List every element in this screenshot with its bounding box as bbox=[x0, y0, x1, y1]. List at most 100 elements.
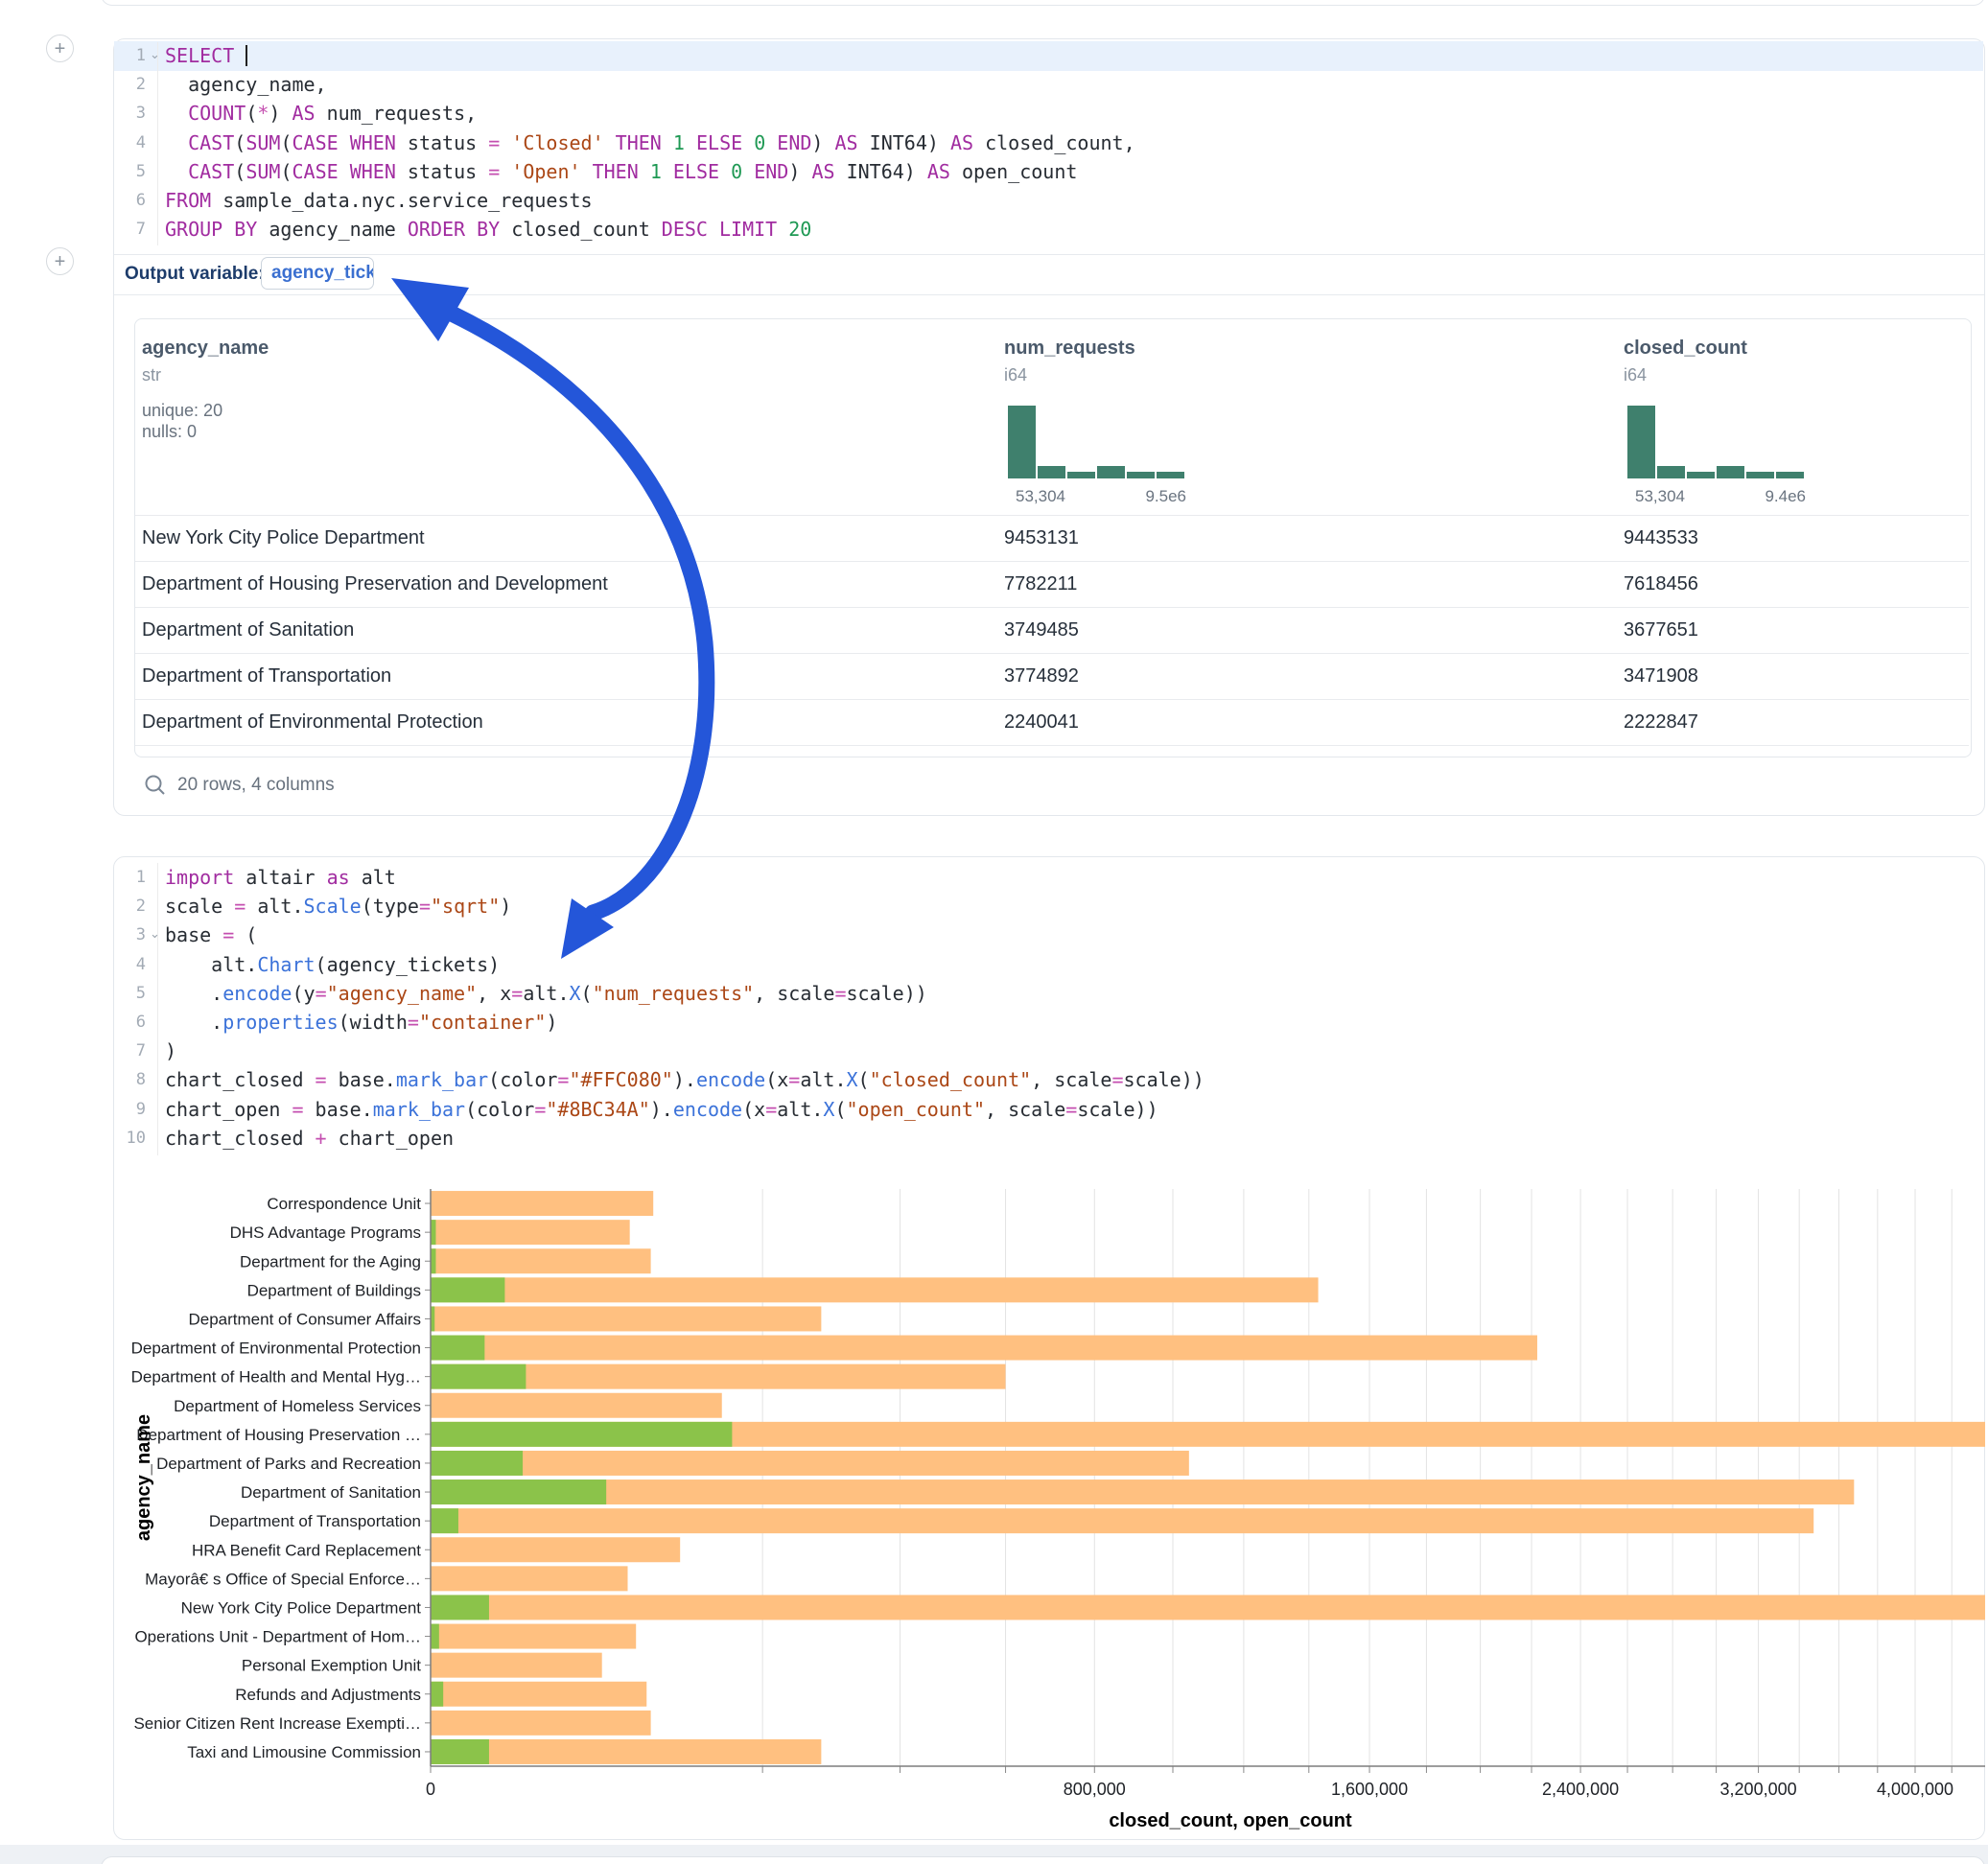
open-count-bar bbox=[431, 1277, 504, 1302]
table-footer-text: 20 rows, 4 columns bbox=[177, 775, 335, 795]
output-variable-pill[interactable]: agency_tickets bbox=[261, 257, 374, 290]
code-line: 10chart_closed + chart_open bbox=[113, 1124, 1974, 1153]
code-text: chart_closed = base.mark_bar(color="#FFC… bbox=[165, 1065, 1204, 1095]
open-count-bar bbox=[431, 1364, 526, 1389]
open-count-bar bbox=[431, 1739, 489, 1764]
closed-count-bar bbox=[431, 1566, 628, 1591]
code-text: chart_open = base.mark_bar(color="#8BC34… bbox=[165, 1095, 1158, 1125]
line-number: 1 bbox=[113, 41, 146, 71]
table-cell: 3471908 bbox=[1624, 653, 1698, 699]
table-cell: New York City Police Department bbox=[142, 515, 425, 561]
table-cell: 7782211 bbox=[1004, 561, 1077, 607]
column-meta: unique: 20 bbox=[142, 401, 222, 421]
y-tick-label: Department of Sanitation bbox=[241, 1483, 421, 1502]
table-cell: 9453131 bbox=[1004, 515, 1079, 561]
code-line: 6 .properties(width="container") bbox=[113, 1008, 1974, 1037]
code-line: 1import altair as alt bbox=[113, 863, 1974, 893]
histogram-bar bbox=[1717, 466, 1744, 478]
add-cell-button-2[interactable]: + bbox=[46, 247, 74, 275]
code-text: ) bbox=[165, 1037, 176, 1066]
search-icon[interactable] bbox=[144, 774, 167, 797]
y-tick-label: DHS Advantage Programs bbox=[230, 1223, 421, 1242]
table-cell: Department of Transportation bbox=[142, 653, 391, 699]
fold-caret-icon[interactable]: ⌄ bbox=[150, 919, 160, 948]
code-text: CAST(SUM(CASE WHEN status = 'Closed' THE… bbox=[165, 128, 1135, 158]
line-number: 3 bbox=[113, 920, 146, 950]
code-line: 3⌄base = ( bbox=[113, 920, 1974, 950]
closed-count-bar bbox=[431, 1336, 1537, 1361]
x-tick-label: 0 bbox=[426, 1780, 435, 1799]
closed-count-bar bbox=[431, 1393, 722, 1418]
histogram-min-label: 53,304 bbox=[1635, 487, 1685, 506]
histogram-bar bbox=[1687, 472, 1715, 478]
y-tick-label: Department for the Aging bbox=[240, 1252, 421, 1270]
closed-count-bar bbox=[431, 1277, 1319, 1302]
column-meta: i64 bbox=[1624, 365, 1647, 385]
code-text: .properties(width="container") bbox=[165, 1008, 557, 1037]
y-tick-label: Operations Unit - Department of Hom… bbox=[134, 1628, 421, 1646]
x-axis-title: closed_count, open_count bbox=[1109, 1810, 1352, 1831]
x-tick-label: 3,200,000 bbox=[1720, 1780, 1797, 1799]
y-tick-label: Department of Transportation bbox=[209, 1512, 421, 1530]
output-variable-value: agency_tickets bbox=[271, 263, 374, 283]
code-text: COUNT(*) AS num_requests, bbox=[165, 99, 477, 128]
cell-divider bbox=[114, 254, 1984, 255]
code-line: 6FROM sample_data.nyc.service_requests bbox=[113, 186, 1974, 216]
code-line: 1⌄SELECT bbox=[113, 41, 1974, 71]
line-number: 5 bbox=[113, 157, 146, 187]
code-text: SELECT bbox=[165, 41, 247, 71]
y-tick-label: Personal Exemption Unit bbox=[242, 1657, 421, 1675]
add-cell-button[interactable]: + bbox=[46, 35, 74, 62]
closed-count-bar bbox=[431, 1248, 651, 1273]
closed-count-bar bbox=[431, 1739, 821, 1764]
line-number: 10 bbox=[113, 1124, 146, 1153]
code-line: 5 CAST(SUM(CASE WHEN status = 'Open' THE… bbox=[113, 157, 1974, 187]
closed-count-bar bbox=[431, 1191, 653, 1216]
histogram-bar bbox=[1067, 472, 1095, 478]
code-text: GROUP BY agency_name ORDER BY closed_cou… bbox=[165, 215, 811, 245]
open-count-bar bbox=[431, 1480, 606, 1504]
code-line: 4 CAST(SUM(CASE WHEN status = 'Closed' T… bbox=[113, 128, 1974, 158]
x-tick-label: 2,400,000 bbox=[1542, 1780, 1619, 1799]
histogram-bar bbox=[1627, 406, 1655, 478]
text-cursor bbox=[246, 45, 247, 66]
closed-count-bar bbox=[431, 1508, 1813, 1533]
code-line: 4 alt.Chart(agency_tickets) bbox=[113, 950, 1974, 980]
histogram-bar bbox=[1097, 466, 1125, 478]
row-separator bbox=[135, 745, 1969, 746]
line-number: 3 bbox=[113, 99, 146, 128]
closed-count-bar bbox=[431, 1595, 1985, 1619]
histogram-max-label: 9.5e6 bbox=[1127, 487, 1186, 506]
line-number: 6 bbox=[113, 1008, 146, 1037]
histogram-bar bbox=[1657, 466, 1685, 478]
fold-caret-icon[interactable]: ⌄ bbox=[150, 39, 160, 69]
table-cell: 3774892 bbox=[1004, 653, 1079, 699]
altair-chart: 0800,0001,600,0002,400,0003,200,0004,000… bbox=[113, 1181, 1985, 1840]
code-line: 8chart_closed = base.mark_bar(color="#FF… bbox=[113, 1065, 1974, 1095]
histogram-bar bbox=[1157, 472, 1184, 478]
line-number: 5 bbox=[113, 979, 146, 1009]
code-line: 7 GROUP BY agency_name ORDER BY closed_co… bbox=[113, 215, 1974, 245]
table-cell: 2222847 bbox=[1624, 699, 1698, 745]
column-meta: i64 bbox=[1004, 365, 1027, 385]
line-number: 6 bbox=[113, 186, 146, 216]
code-line: 7) bbox=[113, 1037, 1974, 1066]
table-cell: 3677651 bbox=[1624, 607, 1698, 653]
open-count-bar bbox=[431, 1624, 439, 1649]
line-number: 4 bbox=[113, 128, 146, 158]
open-count-bar bbox=[431, 1508, 458, 1533]
x-tick-label: 1,600,000 bbox=[1331, 1780, 1408, 1799]
histogram-min-label: 53,304 bbox=[1016, 487, 1065, 506]
code-text: .encode(y="agency_name", x=alt.X("num_re… bbox=[165, 979, 927, 1009]
line-number: 4 bbox=[113, 950, 146, 980]
closed-count-bar bbox=[431, 1220, 630, 1245]
column-meta: nulls: 0 bbox=[142, 422, 197, 442]
table-footer: 20 rows, 4 columns bbox=[177, 762, 335, 808]
y-tick-label: Department of Housing Preservation … bbox=[136, 1426, 421, 1444]
line-number: 7 bbox=[113, 215, 146, 245]
open-count-bar bbox=[431, 1595, 489, 1619]
table-cell: Department of Environmental Protection bbox=[142, 699, 483, 745]
open-count-bar bbox=[431, 1220, 435, 1245]
output-variable-label: Output variable: bbox=[125, 255, 265, 293]
open-count-bar bbox=[431, 1682, 443, 1707]
